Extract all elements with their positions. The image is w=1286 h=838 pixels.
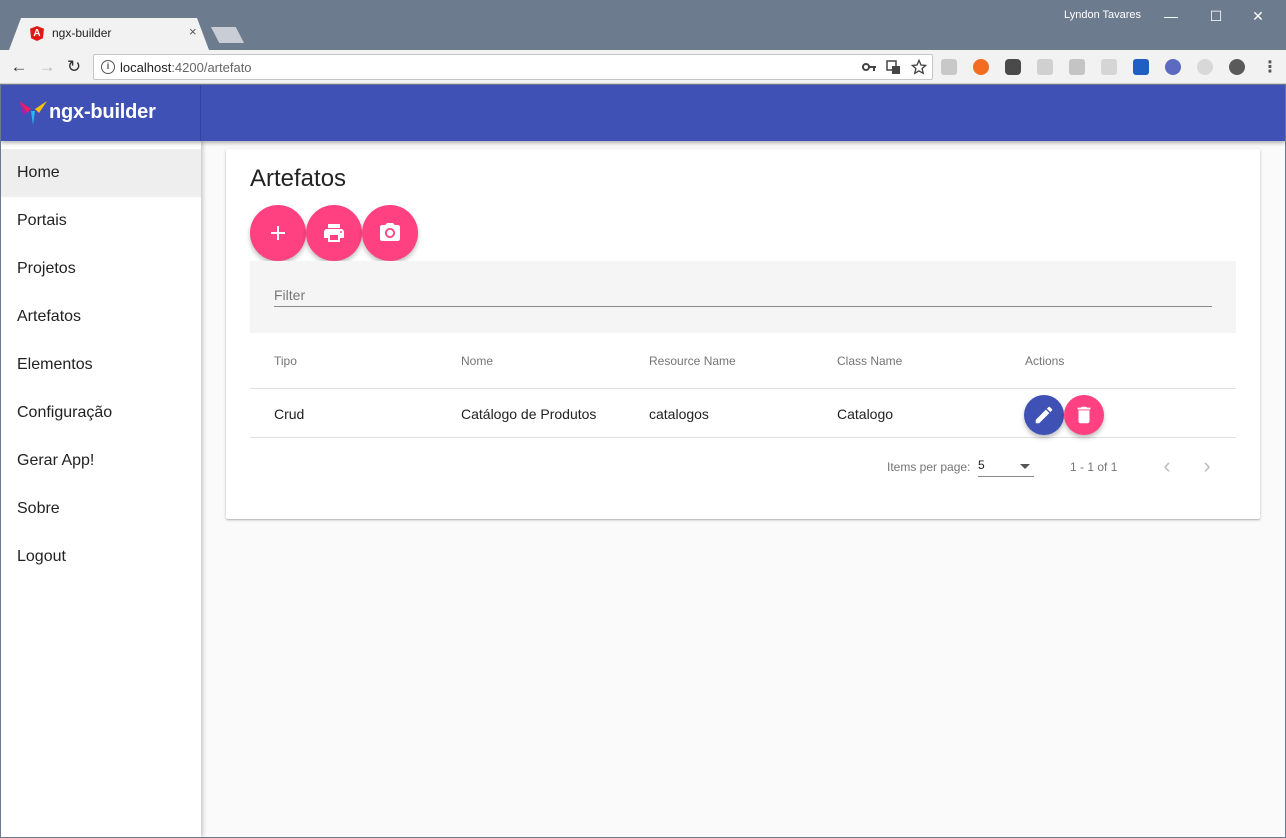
new-tab-button[interactable] (211, 27, 244, 43)
add-button[interactable] (250, 205, 306, 261)
puzzle-extension-icon[interactable] (1037, 59, 1053, 75)
app-root: ngx-builder Home Portais Projetos Artefa… (1, 85, 1285, 837)
maximize-button[interactable]: ☐ (1196, 4, 1236, 28)
filter-container (250, 261, 1236, 333)
cell-class-name: Catalogo (837, 406, 894, 422)
delete-icon (1077, 406, 1091, 424)
header-tipo[interactable]: Tipo (274, 354, 297, 368)
r-extension-icon[interactable] (1165, 59, 1181, 75)
sidebar-item-elementos[interactable]: Elementos (1, 341, 201, 389)
page-range-label: 1 - 1 of 1 (1070, 460, 1118, 474)
brand-name: ngx-builder (49, 101, 156, 123)
header-nome[interactable]: Nome (461, 354, 493, 368)
sync-extension-icon[interactable] (1197, 59, 1213, 75)
sidebar-item-artefatos[interactable]: Artefatos (1, 293, 201, 341)
page-size-value: 5 (978, 458, 985, 472)
lifebuoy-extension-icon[interactable] (973, 59, 989, 75)
table-row[interactable]: Crud Catálogo de Produtos catalogos Cata… (250, 389, 1236, 438)
info-icon[interactable]: i (101, 60, 115, 74)
page-title: Artefatos (250, 165, 347, 192)
delete-button[interactable] (1064, 395, 1104, 435)
sidebar-item-logout[interactable]: Logout (1, 533, 201, 581)
sidebar-item-gerar-app[interactable]: Gerar App! (1, 437, 201, 485)
cell-nome: Catálogo de Produtos (461, 406, 597, 422)
header-resource-name[interactable]: Resource Name (649, 354, 736, 368)
brand[interactable]: ngx-builder (1, 85, 201, 141)
print-icon (324, 224, 344, 242)
browser-menu-icon[interactable]: ⋮ (1262, 57, 1278, 77)
sidebar: Home Portais Projetos Artefatos Elemento… (1, 141, 201, 837)
filter-input[interactable] (274, 283, 1212, 307)
doc-extension-icon[interactable] (1101, 59, 1117, 75)
sidebar-item-portais[interactable]: Portais (1, 197, 201, 245)
paginator: Items per page: 5 1 - 1 of 1 ‹ › (250, 439, 1236, 495)
cell-tipo: Crud (274, 406, 305, 422)
minimize-button[interactable]: — (1151, 4, 1191, 28)
cell-resource-name: catalogos (649, 406, 709, 422)
key-icon[interactable] (862, 61, 876, 73)
forward-button[interactable]: → (36, 56, 58, 78)
ruler-extension-icon[interactable] (1133, 59, 1149, 75)
url-text[interactable]: localhost:4200/artefato (120, 60, 252, 75)
edit-button[interactable] (1024, 395, 1064, 435)
print-button[interactable] (306, 205, 362, 261)
camera-extension-icon[interactable] (1069, 59, 1085, 75)
close-window-button[interactable]: ✕ (1238, 4, 1278, 28)
sidebar-item-home[interactable]: Home (1, 149, 201, 197)
address-bar[interactable]: i localhost:4200/artefato (93, 54, 933, 80)
next-page-button[interactable]: › (1190, 449, 1224, 483)
edit-icon (1035, 406, 1053, 424)
tab-close-icon[interactable]: × (189, 24, 197, 39)
artefatos-card: Artefatos Tipo Nome Resource Name Class … (226, 149, 1260, 519)
sidebar-item-sobre[interactable]: Sobre (1, 485, 201, 533)
reload-button[interactable]: ↻ (63, 56, 85, 78)
angular-favicon-icon: A (30, 26, 44, 41)
chevron-down-icon (1020, 464, 1030, 469)
browser-title-bar: A ngx-builder × Lyndon Tavares — ☐ ✕ (0, 0, 1286, 50)
profile-name[interactable]: Lyndon Tavares (1064, 9, 1141, 21)
items-per-page-label: Items per page: (887, 460, 971, 474)
browser-tab[interactable]: A ngx-builder × (9, 18, 209, 50)
camera-button[interactable] (362, 205, 418, 261)
add-icon (271, 226, 285, 240)
tab-title: ngx-builder (52, 26, 112, 40)
table-header: Tipo Nome Resource Name Class Name Actio… (250, 333, 1236, 389)
pocket-extension-icon[interactable] (1005, 59, 1021, 75)
header-class-name[interactable]: Class Name (837, 354, 902, 368)
back-button[interactable]: ← (8, 56, 30, 78)
pdf-extension-icon[interactable] (941, 59, 957, 75)
bookmark-star-icon[interactable] (911, 59, 927, 75)
previous-page-button[interactable]: ‹ (1150, 449, 1184, 483)
sidebar-item-projetos[interactable]: Projetos (1, 245, 201, 293)
browser-toolbar: ← → ↻ i localhost:4200/artefato ⋮ (0, 50, 1286, 84)
translate-icon[interactable] (886, 60, 901, 75)
evernote-extension-icon[interactable] (1229, 59, 1245, 75)
page-size-select[interactable]: 5 (978, 455, 1034, 477)
app-header: ngx-builder (1, 85, 1285, 141)
ngx-builder-logo-icon (19, 101, 47, 125)
camera-icon (380, 223, 400, 241)
header-actions: Actions (1025, 354, 1065, 368)
sidebar-item-configuracao[interactable]: Configuração (1, 389, 201, 437)
